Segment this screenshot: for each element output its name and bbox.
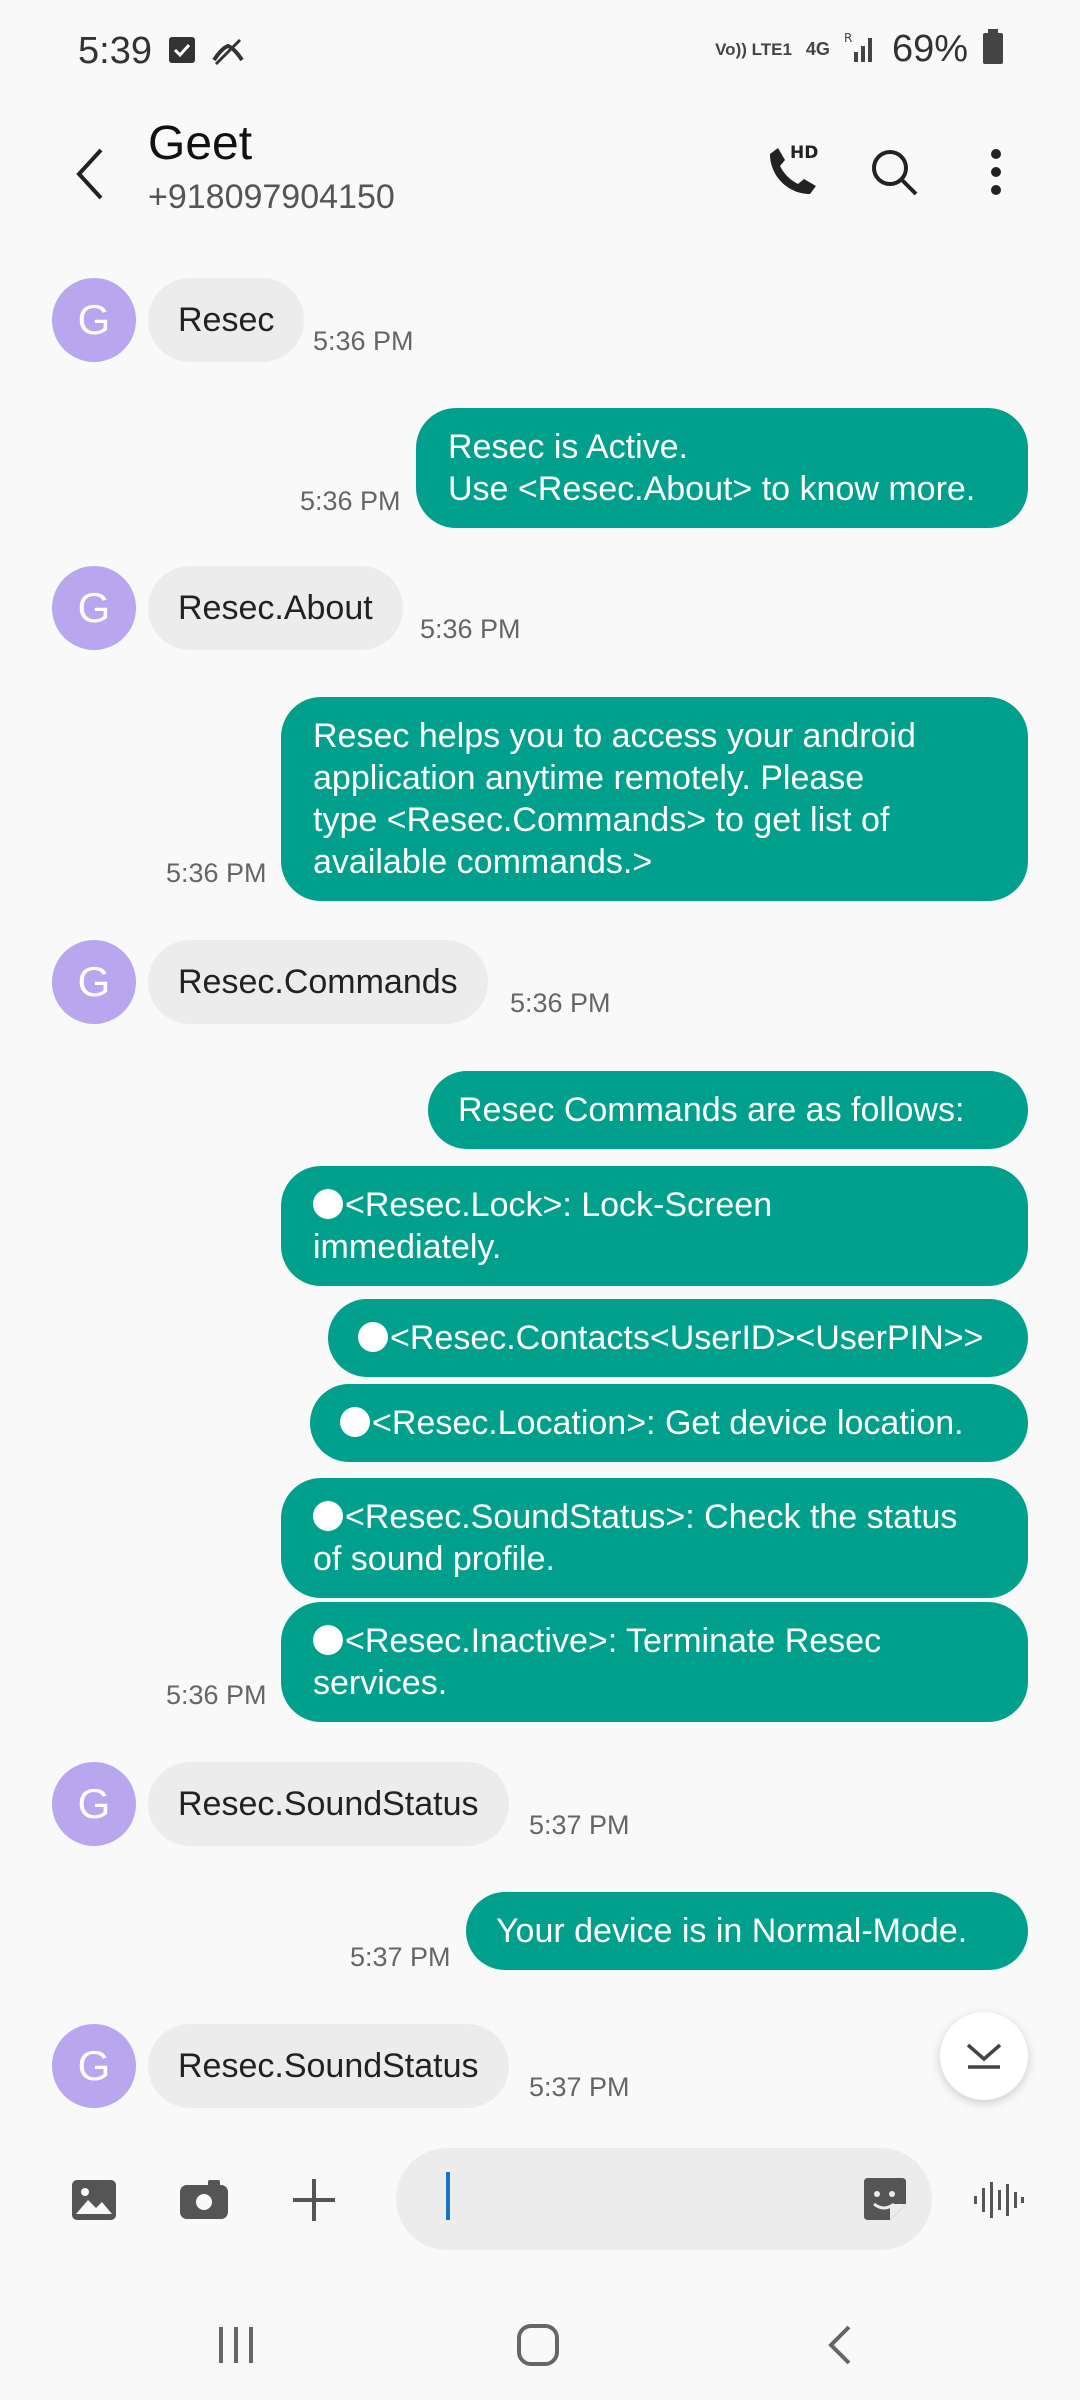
- back-button[interactable]: [60, 134, 120, 214]
- incoming-bubble[interactable]: Resec.SoundStatus: [148, 1762, 509, 1846]
- avatar[interactable]: G: [52, 2024, 136, 2108]
- outgoing-bubble[interactable]: <Resec.Location>: Get device location.: [310, 1384, 1028, 1462]
- avatar[interactable]: G: [52, 278, 136, 362]
- search-button[interactable]: [854, 132, 934, 212]
- message-line: application anytime remotely. Please: [313, 759, 865, 797]
- outgoing-bubble[interactable]: <Resec.Contacts<UserID><UserPIN>>: [328, 1299, 1028, 1377]
- contact-number: +918097904150: [148, 178, 395, 216]
- camera-icon: [180, 2180, 228, 2219]
- message-line: <Resec.Lock>: Lock-Screen: [313, 1184, 996, 1226]
- system-nav-bar: [0, 2290, 1080, 2400]
- more-options-button[interactable]: [956, 132, 1036, 212]
- hd-call-button[interactable]: HD: [752, 132, 832, 212]
- message-line: available commands.>: [313, 843, 653, 881]
- message-line: of sound profile.: [313, 1540, 555, 1578]
- message-line: <Resec.SoundStatus>: Check the status: [313, 1496, 996, 1538]
- gallery-icon: [72, 2180, 116, 2220]
- avatar[interactable]: G: [52, 1762, 136, 1846]
- message-time: 5:36 PM: [420, 614, 521, 644]
- message-line: Use <Resec.About> to know more.: [448, 470, 976, 508]
- bullet-icon: [313, 1501, 343, 1531]
- home-icon: [517, 2324, 559, 2366]
- add-attachment-button[interactable]: [274, 2160, 354, 2240]
- voice-wave-icon: [974, 2182, 1024, 2218]
- message-time: 5:36 PM: [313, 326, 414, 356]
- battery-percent: 69%: [891, 28, 968, 70]
- back-arrow-icon: [76, 148, 103, 200]
- message-time: 5:37 PM: [529, 2072, 630, 2102]
- outgoing-bubble[interactable]: <Resec.SoundStatus>: Check the status of…: [281, 1478, 1028, 1598]
- signal-icon: R: [844, 30, 878, 69]
- incoming-bubble[interactable]: Resec.SoundStatus: [148, 2024, 509, 2108]
- message-time: 5:37 PM: [529, 1810, 630, 1840]
- nav-back-button[interactable]: [790, 2310, 890, 2380]
- outgoing-bubble[interactable]: <Resec.Inactive>: Terminate Resec servic…: [281, 1602, 1028, 1722]
- message-line: type <Resec.Commands> to get list of: [313, 801, 890, 839]
- network-4g-icon: 4G: [805, 39, 830, 59]
- message-line: <Resec.Inactive>: Terminate Resec: [313, 1620, 996, 1662]
- message-input-container[interactable]: [396, 2148, 932, 2250]
- scroll-to-bottom-button[interactable]: [940, 2012, 1028, 2100]
- incoming-bubble[interactable]: Resec.Commands: [148, 940, 488, 1024]
- message-line: Your device is in Normal-Mode.: [496, 1912, 968, 1950]
- sticker-button[interactable]: [860, 2174, 910, 2229]
- svg-text:HD: HD: [790, 143, 818, 163]
- chevron-down-icon: [966, 2043, 1002, 2069]
- recents-icon: [219, 2327, 253, 2363]
- outgoing-bubble[interactable]: Resec is Active. Use <Resec.About> to kn…: [416, 408, 1028, 528]
- message-line: services.: [313, 1664, 448, 1702]
- bullet-icon: [313, 1189, 343, 1219]
- bullet-icon: [358, 1322, 388, 1352]
- message-time: 5:36 PM: [166, 1680, 267, 1710]
- search-icon: [872, 150, 918, 196]
- home-button[interactable]: [488, 2310, 588, 2380]
- avatar[interactable]: G: [52, 940, 136, 1024]
- missed-call-icon: [210, 36, 246, 73]
- status-time: 5:39: [78, 30, 152, 72]
- battery-icon: [982, 29, 1004, 70]
- message-line: Resec helps you to access your android: [313, 717, 916, 755]
- incoming-bubble[interactable]: Resec: [148, 278, 305, 362]
- message-line: immediately.: [313, 1228, 502, 1266]
- text-cursor: [446, 2172, 450, 2220]
- message-time: 5:36 PM: [166, 858, 267, 888]
- outgoing-bubble[interactable]: <Resec.Lock>: Lock-Screen immediately.: [281, 1166, 1028, 1286]
- outgoing-bubble[interactable]: Resec Commands are as follows:: [428, 1071, 1028, 1149]
- recents-button[interactable]: [186, 2310, 286, 2380]
- message-time: 5:36 PM: [300, 486, 401, 516]
- sticker-icon: [864, 2178, 906, 2220]
- voice-button[interactable]: [958, 2160, 1038, 2240]
- plus-icon: [293, 2179, 335, 2221]
- camera-button[interactable]: [164, 2160, 244, 2240]
- volte-icon: Vo)) LTE1: [715, 39, 792, 59]
- gallery-button[interactable]: [54, 2160, 134, 2240]
- contact-name[interactable]: Geet: [148, 116, 252, 171]
- message-time: 5:36 PM: [510, 988, 611, 1018]
- outgoing-bubble[interactable]: Resec helps you to access your android a…: [281, 697, 1028, 901]
- conversation-header: Geet +918097904150 HD: [0, 110, 1080, 260]
- message-line: Resec Commands are as follows:: [458, 1091, 965, 1129]
- message-line: <Resec.Contacts<UserID><UserPIN>>: [358, 1317, 998, 1359]
- avatar[interactable]: G: [52, 566, 136, 650]
- message-line: <Resec.Location>: Get device location.: [340, 1402, 998, 1444]
- outgoing-bubble[interactable]: Your device is in Normal-Mode.: [466, 1892, 1028, 1970]
- status-bar: 5:39 Vo)) LTE1 4G R 69%: [0, 0, 1080, 110]
- hd-call-icon: HD: [770, 143, 818, 194]
- bullet-icon: [340, 1407, 370, 1437]
- message-time: 5:37 PM: [350, 1942, 451, 1972]
- nav-back-icon: [828, 2325, 851, 2365]
- svg-text:R: R: [844, 31, 852, 45]
- status-icons: Vo)) LTE1 4G R 69%: [715, 28, 1004, 71]
- bullet-icon: [313, 1625, 343, 1655]
- message-line: Resec is Active.: [448, 428, 688, 466]
- composer-bar: [0, 2140, 1080, 2260]
- checkbox-notification-icon: [168, 36, 196, 69]
- message-input[interactable]: [436, 2164, 836, 2234]
- incoming-bubble[interactable]: Resec.About: [148, 566, 403, 650]
- more-vert-icon: [991, 149, 1001, 195]
